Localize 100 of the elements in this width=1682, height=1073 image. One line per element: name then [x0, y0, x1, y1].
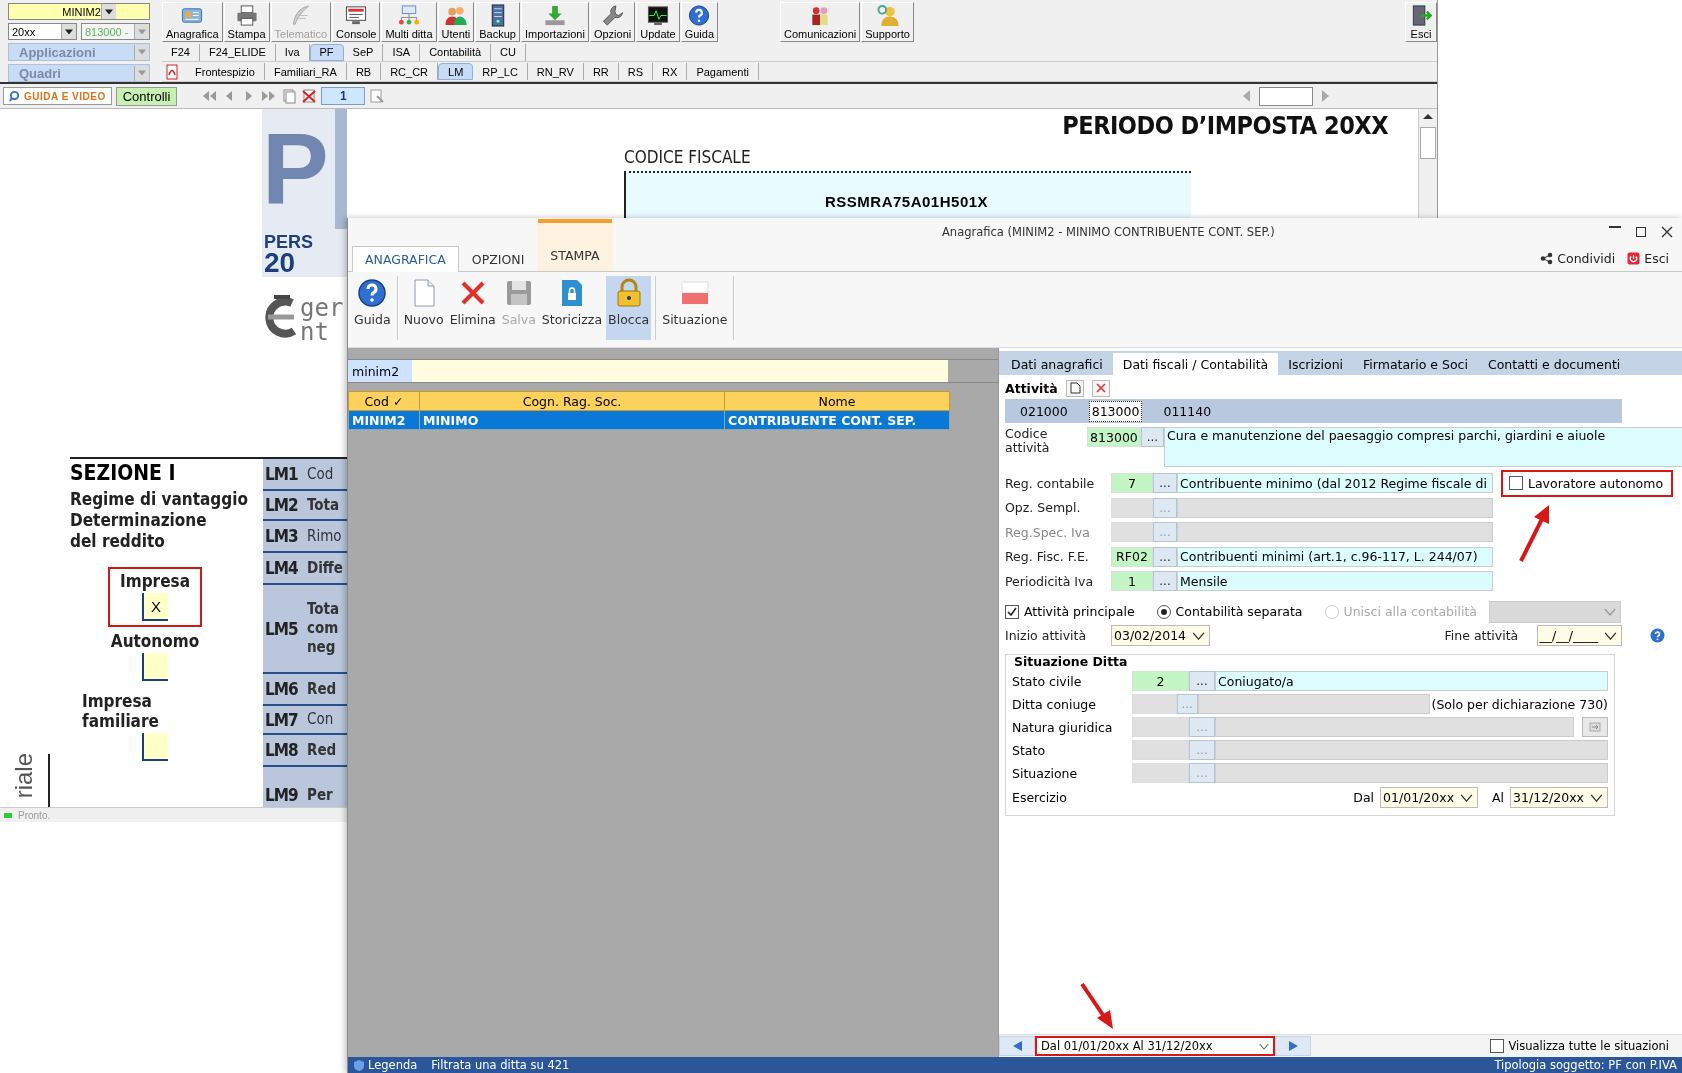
toolbar-button[interactable]: Anagrafica: [162, 2, 223, 42]
checkbox-field[interactable]: [142, 653, 168, 681]
tab[interactable]: 021000: [1007, 400, 1081, 422]
lookup-button[interactable]: ...: [1153, 546, 1177, 567]
code-field[interactable]: 1: [1111, 571, 1153, 592]
tab[interactable]: Contabilità: [420, 43, 492, 61]
lookup-button[interactable]: ...: [1153, 473, 1177, 494]
tab[interactable]: Dati anagrafici: [1001, 353, 1113, 375]
code-field[interactable]: [1132, 740, 1189, 760]
code-field[interactable]: [1111, 522, 1153, 543]
tab[interactable]: RR: [583, 63, 619, 81]
code-field[interactable]: [1132, 763, 1189, 783]
tab[interactable]: SeP: [343, 43, 384, 61]
tab[interactable]: PF: [309, 43, 344, 61]
toolbar-button[interactable]: Opzioni: [589, 2, 636, 42]
radio-button[interactable]: [1156, 604, 1171, 619]
tab[interactable]: Frontespizio: [186, 63, 265, 81]
tab[interactable]: Dati fiscali / Contabilità: [1112, 353, 1279, 375]
code-field[interactable]: [1132, 717, 1189, 737]
tab[interactable]: CU: [491, 43, 526, 61]
toolbar-button[interactable]: Multi ditta: [381, 2, 437, 42]
lookup-button[interactable]: ...: [1189, 671, 1215, 691]
toolbar-button[interactable]: Backup: [475, 2, 520, 42]
tab[interactable]: LM: [438, 63, 474, 81]
code-field[interactable]: [1132, 694, 1177, 714]
ribbon-button[interactable]: Guida: [352, 276, 393, 340]
year-dropdown[interactable]: 20xx: [8, 23, 77, 40]
tab[interactable]: Contatti e documenti: [1477, 353, 1631, 375]
company-dropdown[interactable]: MINIM2: [8, 3, 150, 20]
delete-button[interactable]: [1091, 379, 1110, 397]
action-button[interactable]: [1582, 717, 1608, 737]
exit-button[interactable]: Esci: [1405, 2, 1437, 42]
date-field[interactable]: 03/02/2014: [1111, 625, 1211, 646]
tab[interactable]: ISA: [383, 43, 421, 61]
tab[interactable]: F24_ELIDE: [199, 43, 276, 61]
tab[interactable]: F24: [162, 43, 200, 61]
tab[interactable]: Firmatario e Soci: [1353, 353, 1478, 375]
date-field[interactable]: 01/01/20xx: [1380, 787, 1479, 808]
code-field[interactable]: [1111, 497, 1153, 518]
toolbar-button[interactable]: Stampa: [223, 2, 270, 42]
column-header[interactable]: Cogn. Rag. Soc.: [419, 391, 725, 411]
date-field[interactable]: 31/12/20xx: [1510, 787, 1608, 808]
field-label: Situazione: [1012, 765, 1079, 781]
ribbon-button[interactable]: Nuovo: [401, 276, 446, 340]
lookup-button[interactable]: ...: [1140, 427, 1164, 447]
ribbon-button[interactable]: Storicizza: [539, 276, 605, 340]
date-field[interactable]: __/__/____: [1536, 625, 1622, 646]
column-header[interactable]: Nome: [724, 391, 950, 411]
checkbox[interactable]: [1509, 476, 1523, 491]
new-button[interactable]: [1065, 379, 1084, 397]
checkbox[interactable]: [1490, 1039, 1505, 1053]
row-label: Rimo: [307, 526, 342, 546]
tab[interactable]: RS: [618, 63, 654, 81]
zoom-field[interactable]: [1259, 86, 1313, 106]
dropdown-label: Quadri: [19, 65, 61, 81]
page-field[interactable]: 1: [321, 87, 366, 105]
code-field[interactable]: RF02: [1111, 546, 1153, 567]
next-button[interactable]: [1275, 1036, 1311, 1056]
tab[interactable]: Familiari_RA: [264, 63, 347, 81]
toolbar-button[interactable]: Supporto: [861, 2, 914, 42]
previous-button[interactable]: [999, 1036, 1035, 1056]
toolbar-button[interactable]: Importazioni: [521, 2, 589, 42]
search-field[interactable]: minim2: [348, 360, 948, 382]
tab[interactable]: 813000: [1088, 400, 1143, 422]
exit-button[interactable]: Esci: [1627, 250, 1669, 266]
code-field[interactable]: 7: [1111, 473, 1153, 494]
ribbon-tab[interactable]: STAMPA: [537, 218, 613, 271]
checks-button[interactable]: Controlli: [115, 86, 178, 106]
toolbar-button[interactable]: Comunicazioni: [780, 2, 861, 42]
tab[interactable]: 011140: [1150, 400, 1225, 422]
tab[interactable]: RX: [653, 63, 688, 81]
checkbox-field[interactable]: X: [142, 593, 168, 621]
tab[interactable]: RB: [346, 63, 382, 81]
section-subtitle: Regime di vantaggio: [70, 489, 248, 510]
toolbar-button[interactable]: Guida: [680, 2, 719, 42]
code-field[interactable]: 2: [1132, 671, 1189, 691]
toolbar-button[interactable]: Console: [332, 2, 381, 42]
ribbon-button[interactable]: Elimina: [447, 276, 498, 340]
column-header[interactable]: Cod ✓: [348, 391, 420, 411]
ribbon-button[interactable]: Blocca: [606, 276, 652, 340]
share-button[interactable]: Condividi: [1540, 250, 1616, 266]
ribbon-button[interactable]: Situazione: [660, 276, 730, 340]
checkbox-label: Attività principale: [1024, 604, 1135, 619]
checkbox-field[interactable]: [142, 733, 168, 761]
lookup-button[interactable]: ...: [1153, 571, 1177, 592]
tab[interactable]: Pagamenti: [687, 63, 759, 81]
tab[interactable]: RP_LC: [473, 63, 528, 81]
period-dropdown[interactable]: Dal 01/01/20xx Al 31/12/20xx: [1035, 1036, 1275, 1056]
code-field[interactable]: 813000: [1087, 427, 1141, 447]
group-title: Situazione Ditta: [1013, 653, 1129, 670]
checkbox[interactable]: [1005, 604, 1019, 619]
tab[interactable]: Iscrizioni: [1278, 353, 1354, 375]
ribbon-tab[interactable]: ANAGRAFICA: [352, 246, 459, 272]
ribbon-tab[interactable]: OPZIONI: [458, 246, 538, 271]
toolbar-button[interactable]: Utenti: [437, 2, 475, 42]
table-row[interactable]: MINIM2 MINIMO CONTRIBUENTE CONT. SEP.: [348, 410, 950, 430]
toolbar-button[interactable]: Update: [636, 2, 680, 42]
tab[interactable]: RN_RV: [527, 63, 584, 81]
tab[interactable]: Iva: [275, 43, 310, 61]
scrollbar-thumb[interactable]: [1420, 127, 1436, 159]
